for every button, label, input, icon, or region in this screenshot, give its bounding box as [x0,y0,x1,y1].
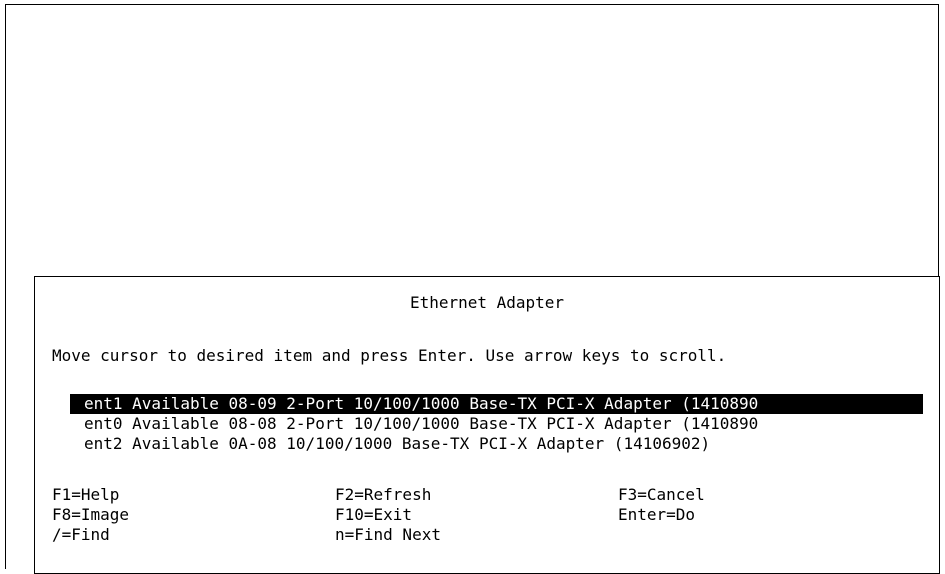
dialog-title: Ethernet Adapter [409,293,565,312]
adapter-list-item-ent0[interactable]: ent0 Available 08-08 2-Port 10/100/1000 … [70,414,923,434]
find-next-key[interactable]: n=Find Next [335,525,441,545]
adapter-list-item-ent1[interactable]: ent1 Available 08-09 2-Port 10/100/1000 … [70,394,923,414]
f3-cancel-key[interactable]: F3=Cancel [618,485,705,505]
enter-do-key[interactable]: Enter=Do [618,505,695,525]
find-key[interactable]: /=Find [52,525,110,545]
f2-refresh-key[interactable]: F2=Refresh [335,485,431,505]
terminal-screen: Ethernet Adapter Move cursor to desired … [5,4,940,574]
f8-image-key[interactable]: F8=Image [52,505,129,525]
adapter-list-item-ent2[interactable]: ent2 Available 0A-08 10/100/1000 Base-TX… [70,434,923,454]
ethernet-adapter-dialog: Ethernet Adapter Move cursor to desired … [34,276,940,574]
f1-help-key[interactable]: F1=Help [52,485,119,505]
f10-exit-key[interactable]: F10=Exit [335,505,412,525]
dialog-instruction: Move cursor to desired item and press En… [52,346,727,365]
